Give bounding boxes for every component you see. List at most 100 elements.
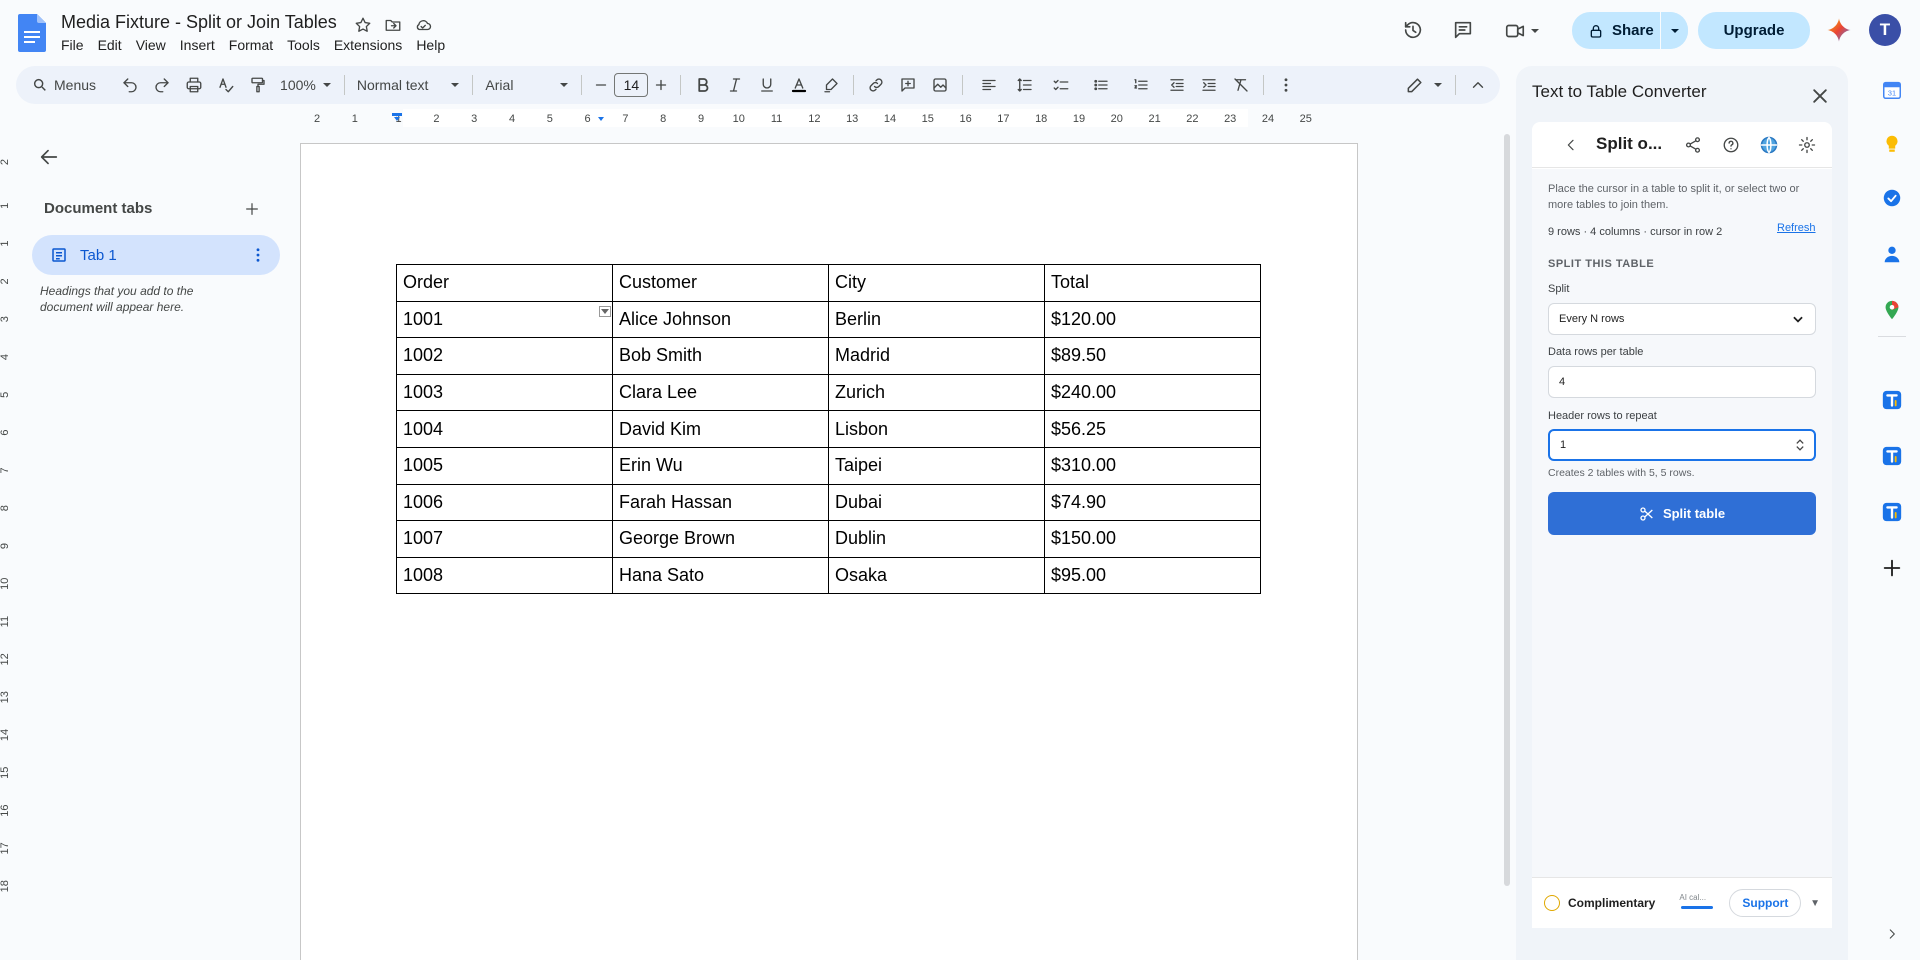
table-cell[interactable]: Zurich <box>828 373 1045 412</box>
table-cell[interactable]: Osaka <box>828 556 1045 595</box>
cell-dropdown-icon[interactable] <box>599 306 611 317</box>
numbered-list-icon[interactable] <box>1121 71 1161 99</box>
get-addons-plus-icon[interactable] <box>1878 554 1906 582</box>
split-table-button[interactable]: Split table <box>1548 492 1816 535</box>
table-cell[interactable]: $240.00 <box>1044 373 1261 412</box>
menus-search[interactable]: Menus <box>22 71 106 99</box>
move-folder-icon[interactable] <box>381 13 405 37</box>
tasks-icon[interactable] <box>1878 184 1906 212</box>
bulleted-list-icon[interactable] <box>1081 71 1121 99</box>
table-cell[interactable]: 1003 <box>396 373 613 412</box>
settings-gear-icon[interactable] <box>1796 134 1818 156</box>
menu-extensions[interactable]: Extensions <box>327 36 409 54</box>
help-icon[interactable] <box>1720 134 1742 156</box>
table-cell[interactable]: 1002 <box>396 337 613 375</box>
font-size-input[interactable]: 14 <box>614 73 649 97</box>
document-table[interactable]: Order Customer City Total 1001 Alice Johnson B… <box>396 264 1261 595</box>
table-cell[interactable]: George Brown <box>612 520 829 558</box>
back-chevron-icon[interactable] <box>1560 134 1582 156</box>
table-cell[interactable]: $74.90 <box>1044 483 1261 522</box>
print-icon[interactable] <box>178 71 210 99</box>
account-avatar[interactable]: T <box>1869 14 1901 46</box>
globe-icon[interactable] <box>1758 134 1780 156</box>
refresh-link[interactable]: Refresh <box>1777 222 1816 234</box>
increase-indent-icon[interactable] <box>1193 71 1225 99</box>
table-cell[interactable]: $56.25 <box>1044 410 1261 448</box>
add-comment-icon[interactable] <box>892 71 924 99</box>
table-cell[interactable]: Erin Wu <box>612 446 829 485</box>
spellcheck-icon[interactable] <box>210 71 242 99</box>
calendar-icon[interactable]: 31 <box>1878 76 1906 104</box>
table-cell[interactable]: 1006 <box>396 483 613 522</box>
tab-1[interactable]: Tab 1 <box>32 235 280 275</box>
table-cell[interactable]: 1004 <box>396 410 613 448</box>
share-dropdown-button[interactable] <box>1660 12 1688 49</box>
tab-more-icon[interactable] <box>246 243 270 267</box>
add-tab-icon[interactable] <box>240 197 264 221</box>
table-cell[interactable]: City <box>828 264 1045 302</box>
data-rows-input[interactable]: 4 <box>1548 366 1816 398</box>
hide-menus-chevron-icon[interactable] <box>1462 71 1494 99</box>
table-cell[interactable]: Farah Hassan <box>612 483 829 522</box>
table-cell[interactable]: Customer <box>612 264 829 302</box>
table-cell[interactable]: Clara Lee <box>612 373 829 412</box>
text-color-icon[interactable] <box>783 71 815 99</box>
version-history-icon[interactable] <box>1393 10 1433 50</box>
font-select[interactable]: Arial <box>479 71 575 99</box>
footer-expand-icon[interactable]: ▼ <box>1810 898 1820 909</box>
table-cell[interactable]: 1007 <box>396 520 613 558</box>
cloud-saved-icon[interactable] <box>411 13 435 37</box>
clear-formatting-icon[interactable] <box>1225 71 1257 99</box>
header-rows-input[interactable]: 1 <box>1548 429 1816 461</box>
maps-icon[interactable] <box>1878 296 1906 324</box>
increase-font-size-icon[interactable] <box>648 71 674 99</box>
menu-view[interactable]: View <box>129 36 173 54</box>
line-spacing-icon[interactable] <box>1009 71 1041 99</box>
checklist-icon[interactable] <box>1041 71 1081 99</box>
keep-icon[interactable] <box>1878 130 1906 158</box>
table-cell[interactable]: $89.50 <box>1044 337 1261 375</box>
menu-format[interactable]: Format <box>222 36 280 54</box>
bold-icon[interactable] <box>687 71 719 99</box>
table-converter-addon-icon-3[interactable] <box>1878 498 1906 526</box>
table-converter-addon-icon-2[interactable] <box>1878 442 1906 470</box>
table-cell[interactable]: Dubai <box>828 483 1045 522</box>
underline-icon[interactable] <box>751 71 783 99</box>
table-cell[interactable]: 1005 <box>396 446 613 485</box>
editing-mode-select[interactable] <box>1399 71 1449 99</box>
contacts-icon[interactable] <box>1878 240 1906 268</box>
back-arrow-icon[interactable] <box>36 144 62 170</box>
style-select[interactable]: Normal text <box>351 71 467 99</box>
gemini-sparkle-icon[interactable] <box>1825 16 1853 44</box>
table-cell[interactable]: $95.00 <box>1044 556 1261 595</box>
menu-help[interactable]: Help <box>409 36 452 54</box>
italic-icon[interactable] <box>719 71 751 99</box>
close-icon[interactable] <box>1804 80 1836 112</box>
table-cell[interactable]: Madrid <box>828 337 1045 375</box>
decrease-indent-icon[interactable] <box>1161 71 1193 99</box>
share-button[interactable]: Share <box>1572 12 1688 49</box>
insert-image-icon[interactable] <box>924 71 956 99</box>
table-cell[interactable]: Order <box>396 264 613 302</box>
menu-edit[interactable]: Edit <box>91 36 129 54</box>
menu-tools[interactable]: Tools <box>280 36 327 54</box>
table-cell[interactable]: $120.00 <box>1044 300 1261 339</box>
star-icon[interactable] <box>351 13 375 37</box>
table-cell[interactable]: 1001 <box>396 300 613 339</box>
support-button[interactable]: Support <box>1729 889 1802 917</box>
align-left-icon[interactable] <box>969 71 1009 99</box>
redo-icon[interactable] <box>146 71 178 99</box>
split-mode-select[interactable]: Every N rows <box>1548 303 1816 335</box>
docs-logo-icon[interactable] <box>18 14 46 52</box>
spinner-arrows-icon[interactable] <box>1796 438 1804 452</box>
table-cell[interactable]: Lisbon <box>828 410 1045 448</box>
table-cell[interactable]: Hana Sato <box>612 556 829 595</box>
meet-button[interactable] <box>1497 18 1547 44</box>
vertical-ruler[interactable]: 21123456789101112131415161718 <box>0 140 18 960</box>
decrease-font-size-icon[interactable] <box>588 71 614 99</box>
insert-link-icon[interactable] <box>860 71 892 99</box>
table-cell[interactable]: $310.00 <box>1044 446 1261 485</box>
menu-file[interactable]: File <box>54 36 91 54</box>
table-cell[interactable]: Total <box>1044 264 1261 302</box>
document-title[interactable]: Media Fixture - Split or Join Tables <box>61 12 337 33</box>
